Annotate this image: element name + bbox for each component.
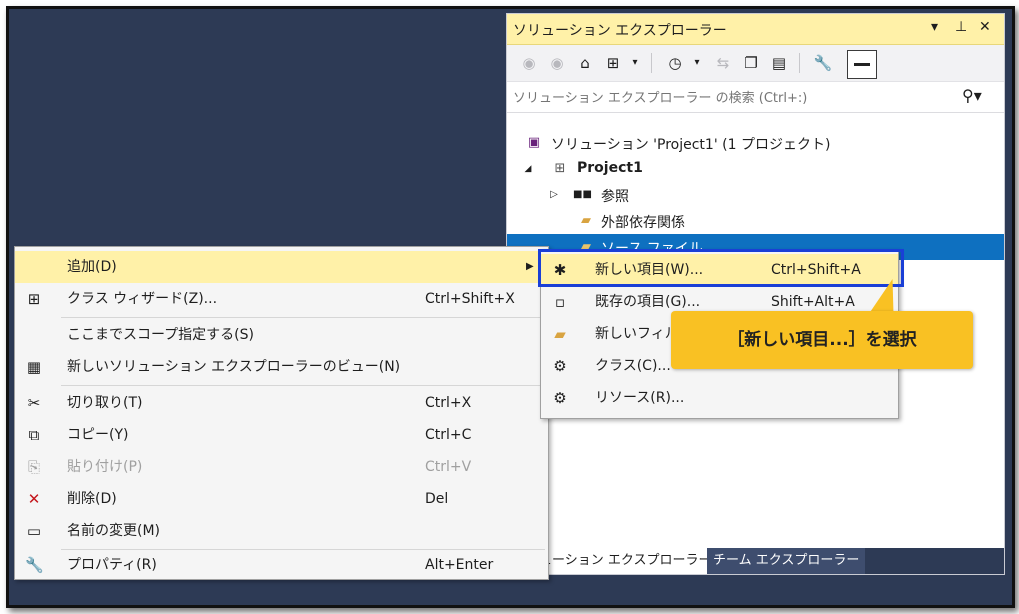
solution-explorer-title-bar: ソリューション エクスプローラー ▾ ⊥ ✕ — [507, 14, 1004, 45]
switch-views-icon[interactable]: ⊞ — [603, 53, 623, 73]
resource-icon: ⚙ — [553, 389, 567, 407]
history-icon[interactable]: ◷ — [665, 53, 685, 73]
search-icon[interactable]: ⚲▾ — [962, 86, 982, 105]
chevron-down-icon[interactable]: ▾ — [687, 53, 707, 73]
cut-icon: ✂ — [27, 394, 41, 412]
menu-item-properties[interactable]: 🔧 プロパティ(R) Alt+Enter — [15, 549, 548, 581]
rename-icon: ▭ — [26, 522, 42, 540]
properties-icon[interactable]: 🔧 — [813, 53, 833, 73]
menu-item-class-wizard[interactable]: ⊞ クラス ウィザード(Z)... Ctrl+Shift+X — [15, 283, 548, 315]
menu-item-paste[interactable]: ⎘ 貼り付け(P) Ctrl+V — [15, 451, 548, 483]
menu-item-rename[interactable]: ▭ 名前の変更(M) — [15, 515, 548, 547]
expander-icon[interactable]: ▷ — [545, 186, 563, 204]
forward-icon[interactable]: ◉ — [547, 53, 567, 73]
menu-item-scope-to-this[interactable]: ここまでスコープ指定する(S) — [15, 319, 548, 351]
tree-item-references[interactable]: ▷ ■■ 参照 — [507, 182, 1004, 208]
solution-explorer-toolbar: ◉ ◉ ⌂ ⊞ ▾ ◷ ▾ ⇆ ❐ ▤ 🔧 — [507, 45, 1004, 82]
sync-icon[interactable]: ⇆ — [713, 53, 733, 73]
class-wizard-icon: ⊞ — [27, 290, 41, 308]
callout: ［新しい項目...］を選択 — [671, 311, 973, 369]
callout-text: ［新しい項目...］を選択 — [727, 330, 917, 350]
window-dropdown-icon[interactable]: ▾ — [931, 19, 938, 35]
menu-item-cut[interactable]: ✂ 切り取り(T) Ctrl+X — [15, 387, 548, 419]
existing-item-icon: ▫ — [554, 293, 566, 311]
screenshot-frame: ソリューション エクスプローラー ▾ ⊥ ✕ ◉ ◉ ⌂ ⊞ ▾ ◷ ▾ ⇆ ❐… — [6, 6, 1015, 608]
collapse-all-icon[interactable]: ❐ — [741, 53, 761, 73]
solution-explorer-title: ソリューション エクスプローラー — [513, 23, 727, 39]
project-icon: ⊞ — [554, 161, 566, 176]
solution-icon: ▣ — [527, 135, 541, 150]
solution-explorer-tabs: ソリューション エクスプローラー チーム エクスプローラー — [507, 548, 1004, 574]
paste-icon: ⎘ — [27, 458, 40, 476]
new-filter-icon: ▰ — [554, 325, 566, 343]
expander-icon[interactable]: ◢ — [519, 160, 537, 178]
copy-icon: ⧉ — [28, 426, 40, 444]
pin-icon[interactable]: ⊥ — [955, 19, 967, 35]
show-all-files-icon[interactable]: ▤ — [769, 53, 789, 73]
menu-item-new-view[interactable]: ▦ 新しいソリューション エクスプローラーのビュー(N) — [15, 351, 548, 383]
submenu-item-resource[interactable]: ⚙ リソース(R)... — [541, 382, 898, 414]
home-icon[interactable]: ⌂ — [575, 53, 595, 73]
tree-item-external-deps[interactable]: ▰ 外部依存関係 — [507, 208, 1004, 234]
submenu-arrow-icon: ▶ — [526, 261, 534, 272]
external-deps-icon: ▰ — [581, 213, 591, 228]
menu-item-copy[interactable]: ⧉ コピー(Y) Ctrl+C — [15, 419, 548, 451]
class-icon: ⚙ — [553, 357, 567, 375]
references-icon: ■■ — [573, 189, 592, 200]
chevron-down-icon[interactable]: ▾ — [625, 53, 645, 73]
back-icon[interactable]: ◉ — [519, 53, 539, 73]
preview-icon[interactable] — [847, 50, 877, 79]
delete-icon: ✕ — [27, 490, 41, 508]
tree-item-solution[interactable]: ▣ ソリューション 'Project1' (1 プロジェクト) — [507, 130, 1004, 156]
menu-item-add[interactable]: 追加(D) ▶ — [15, 251, 548, 283]
highlight-box — [538, 249, 904, 287]
menu-item-delete[interactable]: ✕ 削除(D) Del — [15, 483, 548, 515]
search-input[interactable] — [511, 86, 955, 110]
wrench-icon: 🔧 — [25, 556, 44, 574]
search-box: ⚲▾ — [507, 82, 1004, 113]
tree-item-project[interactable]: ◢ ⊞ Project1 — [507, 156, 1004, 182]
context-menu: 追加(D) ▶ ⊞ クラス ウィザード(Z)... Ctrl+Shift+X こ… — [14, 246, 549, 580]
new-view-icon: ▦ — [26, 358, 42, 376]
close-icon[interactable]: ✕ — [979, 19, 991, 35]
tab-team-explorer[interactable]: チーム エクスプローラー — [707, 548, 866, 574]
